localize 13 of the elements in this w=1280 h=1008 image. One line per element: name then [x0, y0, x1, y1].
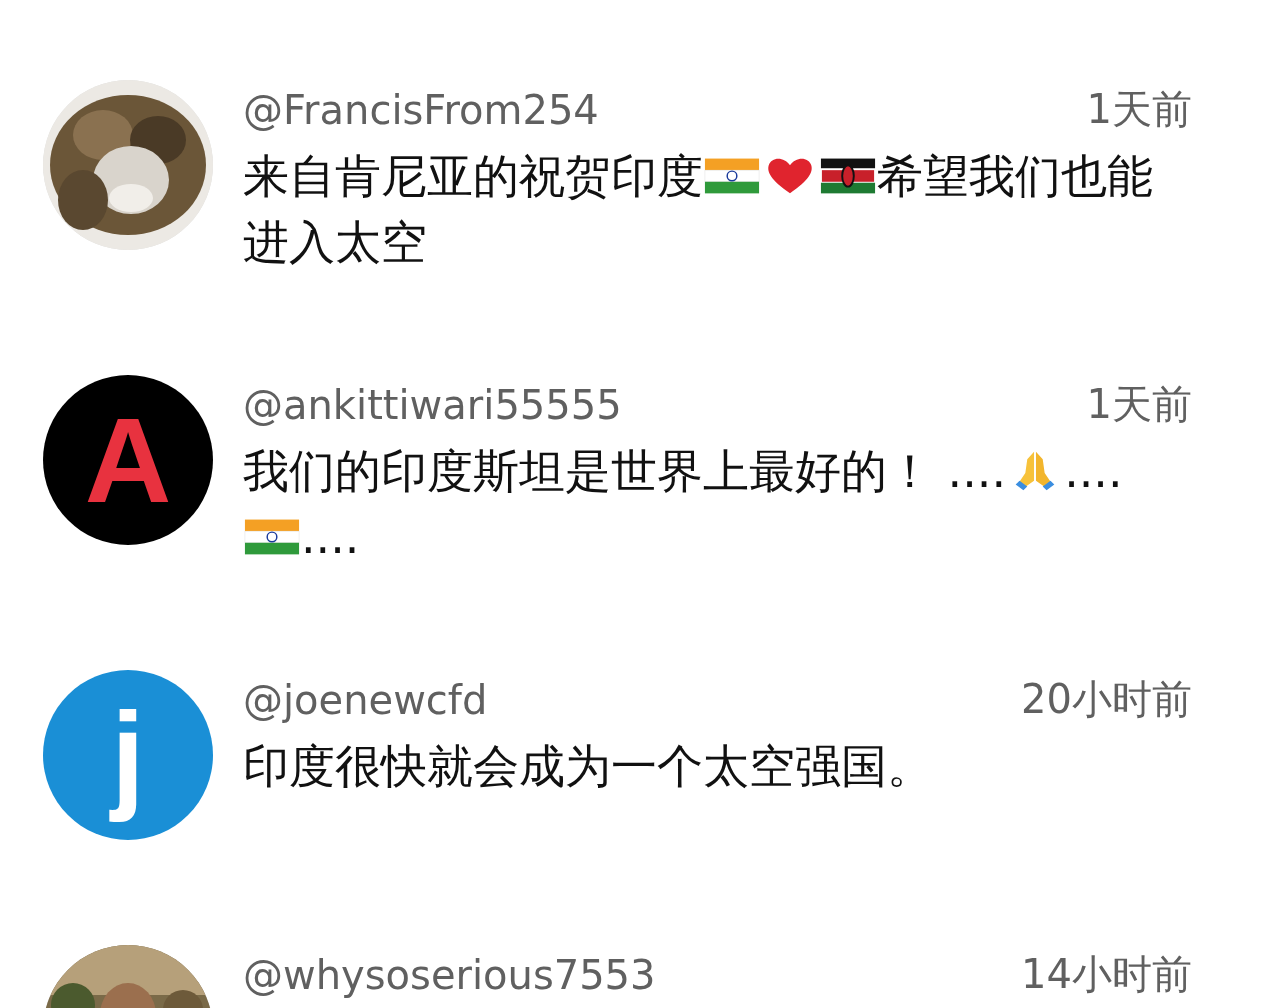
username[interactable]: @joenewcfd — [243, 676, 488, 723]
timestamp: 20小时前 — [1021, 675, 1192, 724]
timestamp: 1天前 — [1086, 85, 1192, 134]
comment-text: 印度很快就会成为一个太空强国。 — [243, 738, 934, 795]
avatar-letter: j — [111, 687, 145, 824]
username[interactable]: @ankittiwari55555 — [243, 381, 622, 428]
timestamp: 1天前 — [1086, 380, 1192, 429]
timestamp: 14小时前 — [1021, 950, 1192, 999]
comment-text: 来自肯尼亚的祝贺印度 希望我们也能进入太空 — [243, 148, 1154, 271]
avatar-letter: A — [84, 392, 172, 529]
comment-text: 我们的印度斯坦是世界上最好的！ .... .... .... — [243, 443, 1124, 566]
username[interactable]: @whysoserious7553 — [243, 951, 656, 998]
username[interactable]: @FrancisFrom254 — [243, 86, 599, 133]
